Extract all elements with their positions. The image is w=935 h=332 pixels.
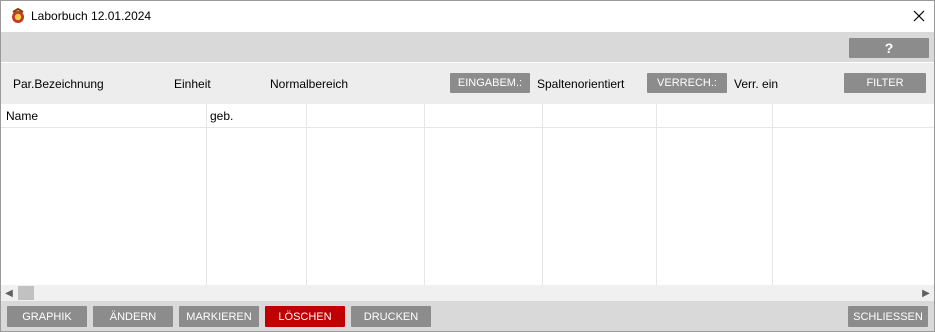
horizontal-scrollbar[interactable]: ◀ ▶ [1, 285, 934, 301]
aendern-button[interactable]: ÄNDERN [93, 306, 173, 327]
table-column [657, 104, 773, 285]
column-header-name[interactable]: Name [6, 109, 38, 123]
title-bar: Laborbuch 12.01.2024 [1, 1, 934, 31]
markieren-button[interactable]: MARKIEREN [179, 306, 259, 327]
table-column [425, 104, 543, 285]
verrech-button[interactable]: VERRECH.: [647, 73, 727, 93]
loeschen-button[interactable]: LÖSCHEN [265, 306, 345, 327]
table-column [307, 104, 425, 285]
close-button[interactable] [904, 1, 934, 31]
schliessen-button[interactable]: SCHLIESSEN [848, 306, 928, 327]
help-bar: ? [1, 32, 934, 62]
scroll-right-icon[interactable]: ▶ [918, 285, 934, 301]
einheit-label: Einheit [174, 77, 211, 91]
drucken-button[interactable]: DRUCKEN [351, 306, 431, 327]
table-column [207, 104, 307, 285]
close-icon [913, 10, 925, 22]
window-title: Laborbuch 12.01.2024 [31, 9, 152, 23]
table-column [1, 104, 207, 285]
lab-data-table[interactable]: Name geb. [1, 104, 934, 285]
filter-button[interactable]: FILTER [844, 73, 926, 93]
eingabem-value: Spaltenorientiert [537, 77, 625, 91]
par-bezeichnung-label: Par.Bezeichnung [13, 77, 104, 91]
column-header-geb[interactable]: geb. [210, 109, 233, 123]
eingabem-button[interactable]: EINGABEM.: [450, 73, 530, 93]
table-column [543, 104, 657, 285]
normalbereich-label: Normalbereich [270, 77, 349, 91]
table-header-row: Name geb. [1, 104, 934, 128]
verrech-value: Verr. ein [734, 77, 779, 91]
scroll-left-icon[interactable]: ◀ [1, 285, 17, 301]
scroll-thumb[interactable] [18, 286, 34, 300]
app-logo-icon [12, 8, 24, 23]
graphik-button[interactable]: GRAPHIK [7, 306, 87, 327]
laborbuch-window: Laborbuch 12.01.2024 ? Par.Bezeichnung E… [0, 0, 935, 332]
help-button[interactable]: ? [849, 38, 929, 58]
bottom-action-bar: GRAPHIK ÄNDERN MARKIEREN LÖSCHEN DRUCKEN… [1, 301, 934, 331]
parameter-header-bar: Par.Bezeichnung Einheit Normalbereich EI… [1, 63, 934, 104]
